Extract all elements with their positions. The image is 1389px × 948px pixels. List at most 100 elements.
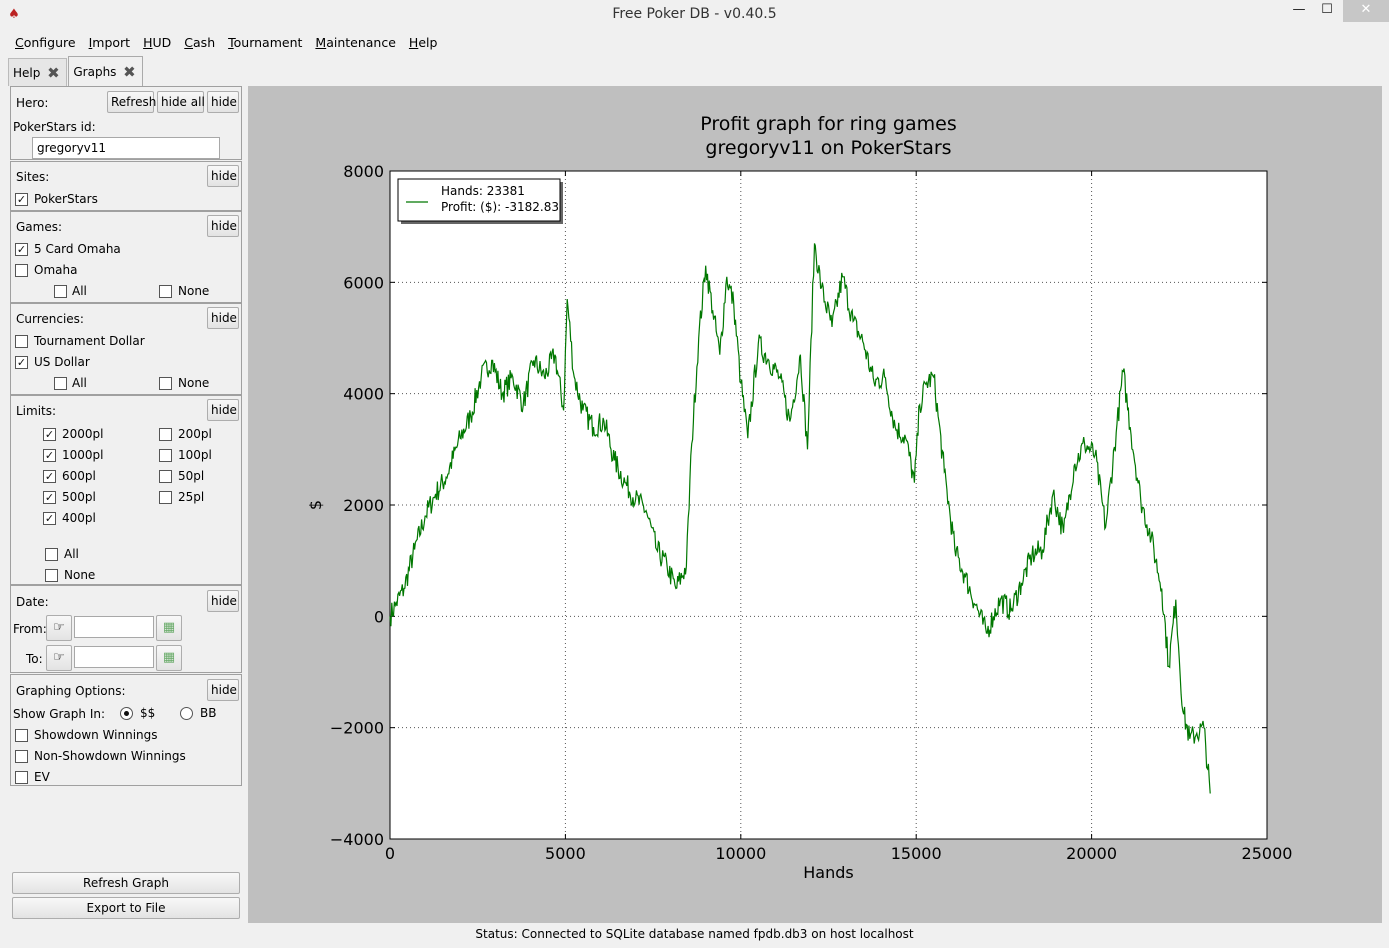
hero-hide-button[interactable]: hide [207,91,239,113]
menu-cash[interactable]: Cash [177,32,221,54]
limit-200pl-checkbox[interactable] [159,428,172,441]
dollars-label: $$ [140,706,156,720]
y-tick-label: 6000 [343,273,384,292]
date-section: Date: hide From: ☞ ▦ To: ☞ ▦ [10,585,242,673]
currencies-none-checkbox[interactable] [159,377,172,390]
close-icon[interactable]: ✕ [1343,0,1389,22]
ev-checkbox[interactable] [15,771,28,784]
limit-400pl-label: 400pl [62,511,96,525]
tab-graphs-label: Graphs [73,64,117,79]
from-calendar-icon[interactable]: ▦ [156,615,182,641]
date-label: Date: [16,595,49,609]
currencies-label: Currencies: [16,312,84,326]
to-calendar-icon[interactable]: ▦ [156,645,182,671]
tab-strip: Help ✖ Graphs ✖ [8,56,144,86]
currencies-section: Currencies: hide Tournament Dollar ✓ US … [10,303,242,395]
hero-section: Hero: Refresh hide all hide PokerStars i… [10,86,242,160]
five-card-omaha-label: 5 Card Omaha [34,242,121,256]
chart-title: Profit graph for ring games [700,113,956,135]
us-dollar-checkbox[interactable]: ✓ [15,356,28,369]
tab-help[interactable]: Help ✖ [8,58,68,86]
clear-from-date-icon[interactable]: ☞ [46,615,72,641]
limit-25pl-label: 25pl [178,490,205,504]
limit-2000pl-label: 2000pl [62,427,104,441]
limit-1000pl-label: 1000pl [62,448,104,462]
menu-hud[interactable]: HUD [136,32,177,54]
close-tab-icon[interactable]: ✖ [46,65,60,80]
limit-100pl-label: 100pl [178,448,212,462]
limit-400pl-checkbox[interactable]: ✓ [43,512,56,525]
five-card-omaha-checkbox[interactable]: ✓ [15,243,28,256]
to-date-input[interactable] [74,646,154,668]
limit-1000pl-checkbox[interactable]: ✓ [43,449,56,462]
sites-hide-button[interactable]: hide [207,165,239,187]
limits-hide-button[interactable]: hide [207,399,239,421]
games-hide-button[interactable]: hide [207,215,239,237]
limits-none-checkbox[interactable] [45,569,58,582]
clear-to-date-icon[interactable]: ☞ [46,645,72,671]
dollars-radio[interactable] [120,707,133,720]
x-axis-label: Hands [803,863,853,882]
limits-all-checkbox[interactable] [45,548,58,561]
title-bar: ♠ Free Poker DB - v0.40.5 — ☐ ✕ [0,0,1389,30]
x-tick-label: 20000 [1066,844,1117,863]
limit-600pl-label: 600pl [62,469,96,483]
games-all-checkbox[interactable] [54,285,67,298]
status-bar: Status: Connected to SQLite database nam… [475,927,914,941]
x-tick-label: 5000 [545,844,586,863]
menu-maintenance[interactable]: Maintenance [308,32,402,54]
player-name-input[interactable] [32,137,220,159]
showdown-winnings-checkbox[interactable] [15,729,28,742]
window-title: Free Poker DB - v0.40.5 [612,6,777,22]
close-tab-icon[interactable]: ✖ [122,64,136,79]
limit-2000pl-checkbox[interactable]: ✓ [43,428,56,441]
hide-all-button[interactable]: hide all [157,91,205,113]
omaha-label: Omaha [34,263,78,277]
limit-500pl-checkbox[interactable]: ✓ [43,491,56,504]
y-tick-label: 0 [374,607,384,626]
menu-import[interactable]: Import [82,32,137,54]
graphing-hide-button[interactable]: hide [207,679,239,701]
graph-canvas-area: 0 5000 10000 15000 20000 25000 −4000 −2000 0 2000… [248,86,1382,923]
limit-600pl-checkbox[interactable]: ✓ [43,470,56,483]
export-to-file-button[interactable]: Export to File [12,897,240,919]
menu-help[interactable]: Help [402,32,444,54]
minimize-icon[interactable]: — [1284,0,1314,22]
tab-graphs[interactable]: Graphs ✖ [68,56,144,86]
limit-50pl-label: 50pl [178,469,205,483]
bb-radio[interactable] [180,707,193,720]
limit-50pl-checkbox[interactable] [159,470,172,483]
menu-tournament[interactable]: Tournament [221,32,308,54]
showdown-winnings-label: Showdown Winnings [34,728,158,742]
filter-panel: Hero: Refresh hide all hide PokerStars i… [10,86,242,922]
limit-500pl-label: 500pl [62,490,96,504]
us-dollar-label: US Dollar [34,355,90,369]
games-none-checkbox[interactable] [159,285,172,298]
from-date-input[interactable] [74,616,154,638]
limits-label: Limits: [16,404,57,418]
profit-chart: 0 5000 10000 15000 20000 25000 −4000 −2000 0 2000… [306,113,1292,882]
limit-25pl-checkbox[interactable] [159,491,172,504]
currencies-all-checkbox[interactable] [54,377,67,390]
sites-label: Sites: [16,170,50,184]
limit-100pl-checkbox[interactable] [159,449,172,462]
graphing-options-label: Graphing Options: [16,684,126,698]
graphing-options-section: Graphing Options: hide Show Graph In: $$… [10,674,242,786]
tournament-dollar-checkbox[interactable] [15,335,28,348]
date-hide-button[interactable]: hide [207,590,239,612]
tab-help-label: Help [13,65,41,80]
non-showdown-winnings-checkbox[interactable] [15,750,28,763]
limits-section: Limits: hide ✓ 2000pl ✓ 1000pl ✓ 600pl ✓… [10,395,242,585]
currencies-hide-button[interactable]: hide [207,307,239,329]
ev-label: EV [34,770,50,784]
x-tick-label: 0 [385,844,395,863]
refresh-button[interactable]: Refresh [107,91,156,113]
omaha-checkbox[interactable] [15,264,28,277]
refresh-graph-button[interactable]: Refresh Graph [12,872,240,894]
maximize-icon[interactable]: ☐ [1312,0,1342,22]
games-none-label: None [178,284,210,298]
x-tick-label: 10000 [715,844,766,863]
hero-label: Hero: [16,96,49,110]
menu-configure[interactable]: Configure [8,32,82,54]
pokerstars-checkbox[interactable]: ✓ [15,193,28,206]
